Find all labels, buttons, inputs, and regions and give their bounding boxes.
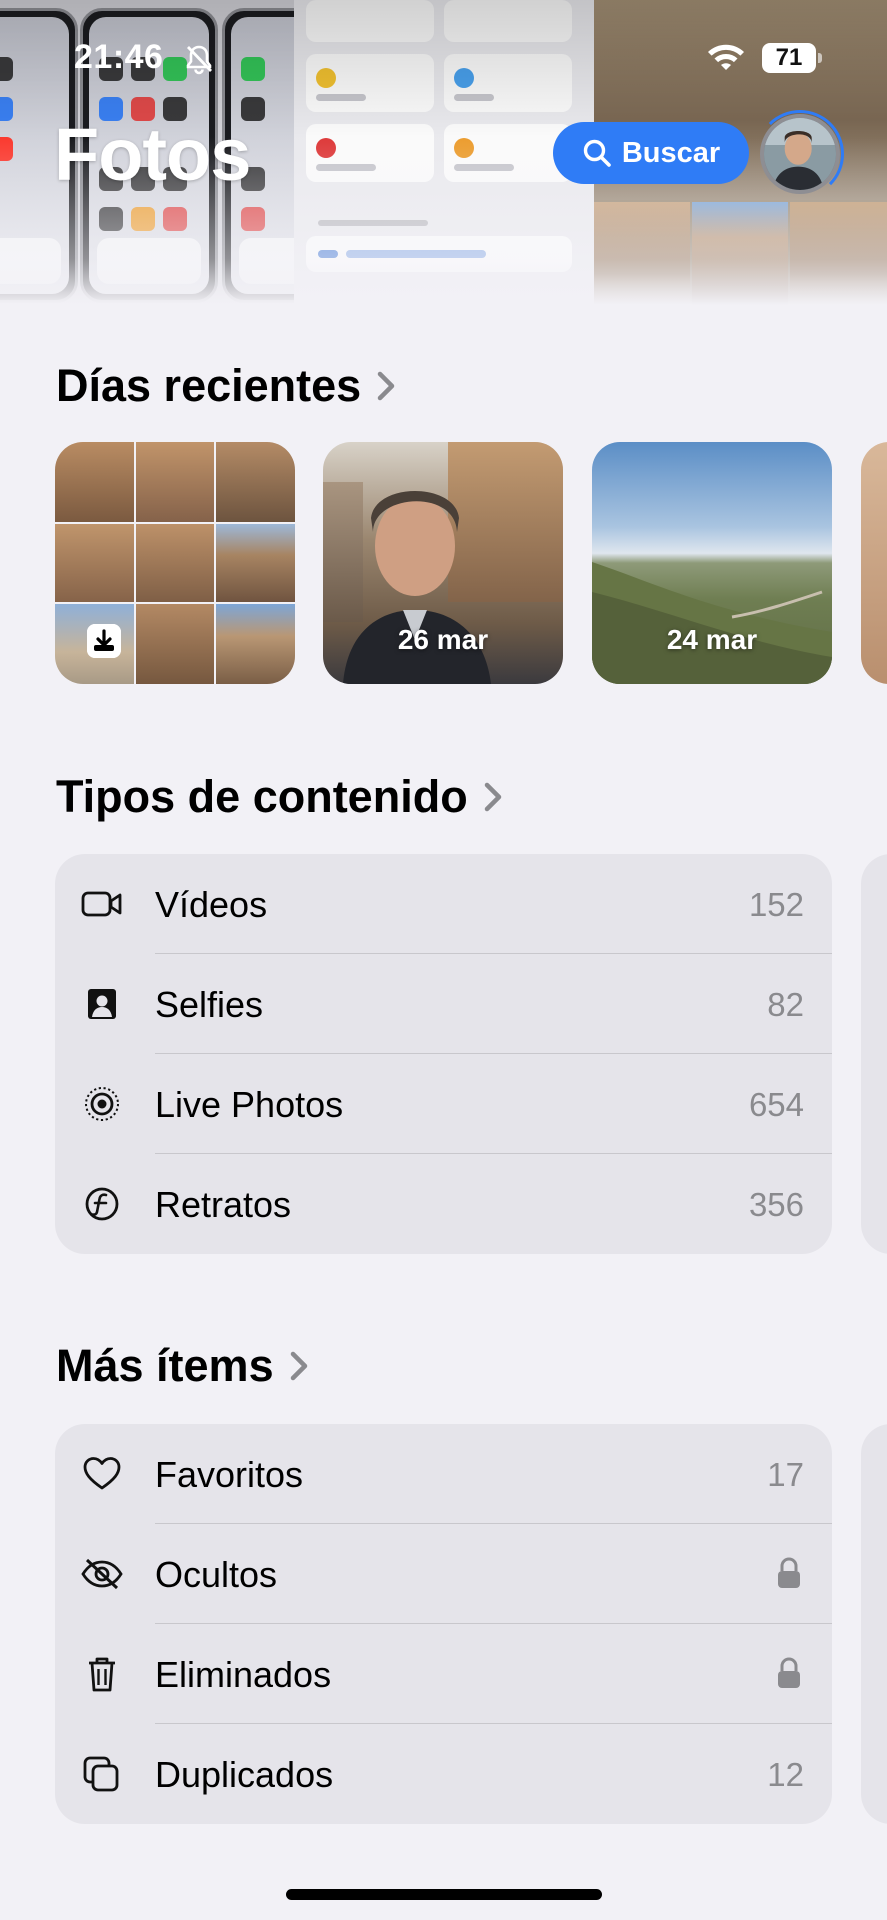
home-indicator[interactable] (286, 1889, 602, 1900)
list-item-count: 152 (748, 886, 804, 923)
search-label: Buscar (621, 136, 721, 169)
list-item-deleted[interactable]: Eliminados (55, 1624, 832, 1724)
duplicates-icon (83, 1756, 119, 1792)
content-types-list: Vídeos 152 Selfies 82 Live Photos 654 Re… (55, 854, 832, 1254)
lock-icon (778, 1557, 800, 1588)
eye-slash-icon (81, 1558, 123, 1590)
list-item-favorites[interactable]: Favoritos 17 (55, 1424, 832, 1524)
list-item-selfies[interactable]: Selfies 82 (55, 954, 832, 1054)
list-item-label: Selfies (155, 984, 264, 1025)
content-types-next-card[interactable] (861, 854, 887, 1254)
section-title-more-items: Más ítems (56, 1340, 274, 1391)
search-button[interactable]: Buscar (553, 122, 749, 184)
day-card-partial[interactable] (861, 442, 887, 684)
day-label: 26 mar (397, 624, 489, 655)
list-item-label: Favoritos (155, 1454, 304, 1495)
day-card-24-mar[interactable]: 24 mar (592, 442, 832, 684)
trash-icon (89, 1657, 115, 1692)
video-camera-icon (81, 891, 122, 917)
avatar[interactable] (760, 114, 840, 194)
status-time: 21:46 (74, 38, 164, 76)
list-item-label: Eliminados (155, 1654, 332, 1695)
wifi-icon (708, 44, 744, 70)
section-content-types[interactable]: Tipos de contenido (56, 771, 504, 823)
heart-icon (83, 1457, 121, 1490)
list-item-label: Vídeos (155, 884, 268, 925)
avatar-image (764, 118, 836, 190)
chevron-right-icon (484, 782, 501, 812)
icloud-download-icon (87, 624, 121, 658)
live-photos-icon (85, 1087, 119, 1121)
more-items-list: Favoritos 17 Ocultos Eliminados Duplicad… (55, 1424, 832, 1824)
list-item-hidden[interactable]: Ocultos (55, 1524, 832, 1624)
battery-level: 71 (762, 43, 816, 73)
list-item-videos[interactable]: Vídeos 152 (55, 854, 832, 954)
page-title: Fotos (54, 113, 251, 196)
chevron-right-icon (377, 371, 395, 401)
list-item-count: 12 (767, 1756, 804, 1793)
day-label: 24 mar (666, 624, 758, 655)
list-item-count: 654 (748, 1086, 804, 1123)
list-item-label: Ocultos (155, 1554, 278, 1595)
day-card-26-mar[interactable]: 26 mar (323, 442, 563, 684)
day-card-collage[interactable] (55, 442, 295, 684)
search-icon (583, 139, 611, 167)
list-item-label: Duplicados (155, 1754, 334, 1795)
selfie-portrait-icon (88, 989, 116, 1019)
list-item-count: 356 (748, 1186, 804, 1223)
bell-slash-icon (186, 45, 213, 75)
list-item-live-photos[interactable]: Live Photos 654 (55, 1054, 832, 1154)
list-item-count: 17 (767, 1456, 804, 1493)
lock-icon (778, 1657, 800, 1688)
section-more-items[interactable]: Más ítems (56, 1340, 310, 1392)
list-item-portraits[interactable]: Retratos 356 (55, 1154, 832, 1254)
battery-indicator: 71 (762, 43, 822, 73)
recent-days-carousel[interactable]: 26 mar 24 mar (0, 442, 887, 687)
list-item-label: Retratos (155, 1184, 292, 1225)
list-item-label: Live Photos (155, 1084, 344, 1125)
chevron-right-icon (290, 1351, 307, 1381)
list-item-duplicates[interactable]: Duplicados 12 (55, 1724, 832, 1824)
section-title-recent-days: Días recientes (56, 360, 362, 411)
section-title-content-types: Tipos de contenido (56, 771, 468, 822)
portrait-f-icon (85, 1187, 119, 1221)
section-recent-days[interactable]: Días recientes (56, 360, 397, 412)
list-item-count: 82 (767, 986, 804, 1023)
more-items-next-card[interactable] (861, 1424, 887, 1824)
